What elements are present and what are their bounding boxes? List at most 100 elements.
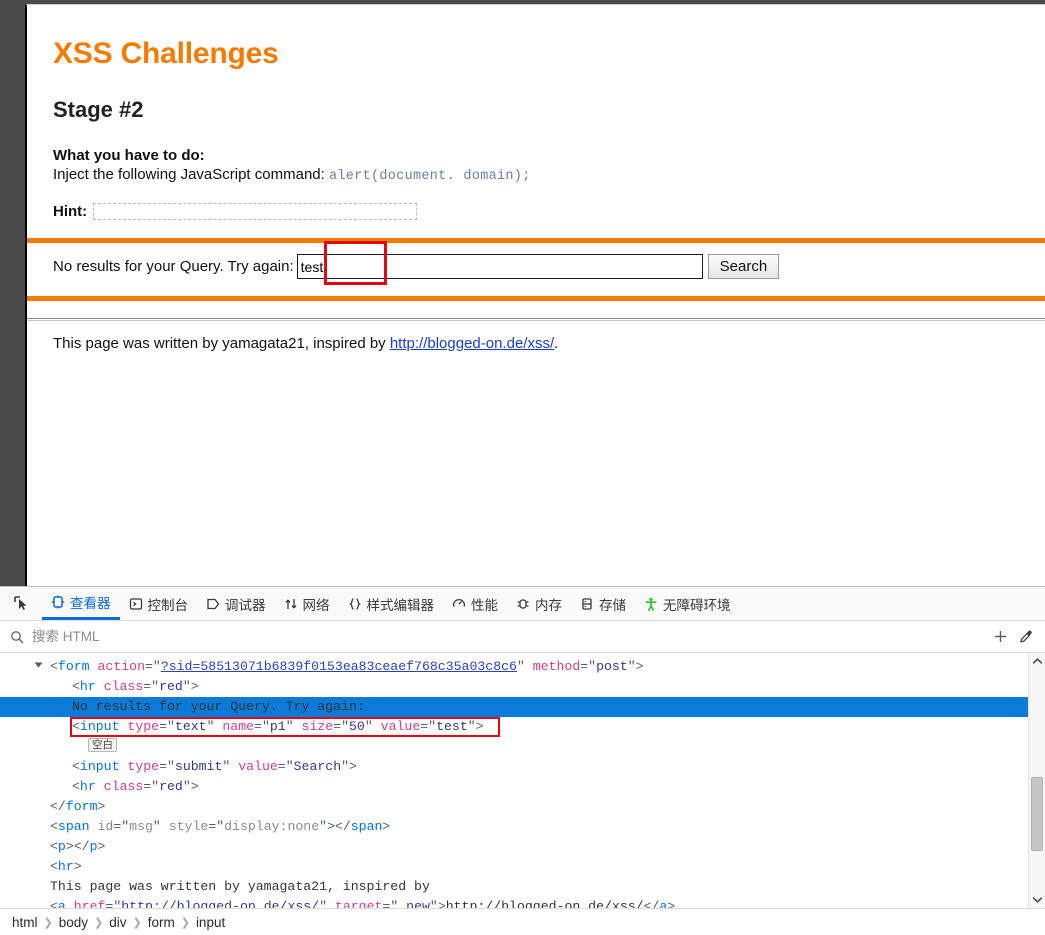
dom-form-action-value[interactable]: ?sid=58513071b6839f0153ea83ceaef768c35a0… <box>161 659 517 674</box>
breadcrumb-item-form[interactable]: form <box>148 915 175 930</box>
todo-line: Inject the following JavaScript command:… <box>53 166 1045 184</box>
tab-performance[interactable]: 性能 <box>443 587 507 620</box>
breadcrumb-item-body[interactable]: body <box>59 915 88 930</box>
dom-row-input-submit[interactable]: <input type="submit" value="Search"> <box>0 757 1028 777</box>
query-message: No results for your Query. Try again: <box>53 258 294 275</box>
breadcrumb-separator: ❯ <box>132 916 142 929</box>
dom-row-input-text[interactable]: <input type="text" name="p1" size="50" v… <box>0 717 1028 737</box>
chevron-up-icon[interactable] <box>1029 653 1045 670</box>
tab-memory-label: 内存 <box>535 597 562 613</box>
console-icon <box>129 597 143 611</box>
eyedropper-icon[interactable] <box>1013 625 1039 649</box>
breadcrumb-item-input[interactable]: input <box>196 915 225 930</box>
dom-text-node: No results for your Query. Try again: <box>72 699 365 714</box>
dom-footer-text: This page was written by yamagata21, ins… <box>50 879 430 894</box>
dom-row-whitespace[interactable]: 空白 <box>0 737 1028 757</box>
dom-row-form-close[interactable]: </form> <box>0 797 1028 817</box>
dom-row-hr-plain[interactable]: <hr> <box>0 857 1028 877</box>
search-input[interactable] <box>296 254 703 279</box>
browser-viewport: XSS Challenges Stage #2 What you have to… <box>0 0 1045 586</box>
dom-tree-scrollbar[interactable] <box>1028 653 1045 908</box>
todo-text: Inject the following JavaScript command: <box>53 166 325 183</box>
dom-row-selected-text[interactable]: No results for your Query. Try again: <box>0 697 1028 717</box>
credit-link[interactable]: http://blogged-on.de/xss/ <box>390 335 554 352</box>
inspector-icon <box>51 595 65 609</box>
plus-icon[interactable] <box>987 625 1013 649</box>
dom-hr-attr-class: class <box>103 679 144 694</box>
hr-red-top <box>27 238 1045 243</box>
network-icon <box>284 597 298 611</box>
dom-hr-tag: hr <box>79 679 96 694</box>
storage-icon <box>580 597 594 611</box>
footer-suffix: . <box>554 335 559 352</box>
element-picker-icon[interactable] <box>6 591 36 617</box>
dom-hr-tag-2: hr <box>79 779 96 794</box>
dom-tree[interactable]: <form action="?sid=58513071b6839f0153ea8… <box>0 653 1028 908</box>
chevron-down-icon[interactable] <box>34 662 43 668</box>
memory-icon <box>516 597 530 611</box>
breadcrumb-item-html[interactable]: html <box>12 915 38 930</box>
tab-console[interactable]: 控制台 <box>120 587 198 620</box>
stage-title: Stage #2 <box>53 97 144 122</box>
search-form: No results for your Query. Try again: Se… <box>53 241 1045 285</box>
tab-memory[interactable]: 内存 <box>507 587 571 620</box>
footer-prefix: This page was written by yamagata21, ins… <box>53 335 390 352</box>
dom-form-attr-action: action <box>97 659 145 674</box>
dom-form-method-value: post <box>596 659 628 674</box>
screen: XSS Challenges Stage #2 What you have to… <box>0 0 1045 935</box>
dom-hr-plain-tag: hr <box>57 859 74 874</box>
dom-tree-wrapper: <form action="?sid=58513071b6839f0153ea8… <box>0 653 1045 908</box>
tab-style-editor[interactable]: 样式编辑器 <box>339 587 444 620</box>
devtools-tabbar: 查看器 控制台 调试器 网络 样式编辑器 性能 内存 存储 无障碍环境 <box>0 587 1045 621</box>
dom-form-attr-method: method <box>532 659 581 674</box>
tab-accessibility[interactable]: 无障碍环境 <box>635 587 740 620</box>
hr-plain <box>27 318 1045 321</box>
hint-row: Hint: <box>53 203 1045 220</box>
tab-performance-label: 性能 <box>471 597 498 613</box>
dom-hr-class-value-2: red <box>159 779 183 794</box>
dom-form-close-tag: form <box>65 799 98 814</box>
devtools-panel: 查看器 控制台 调试器 网络 样式编辑器 性能 内存 存储 无障碍环境 搜索 H… <box>0 586 1045 935</box>
html-search-input[interactable] <box>30 628 987 645</box>
dom-row-span-msg[interactable]: <span id="msg" style="display:none"></sp… <box>0 817 1028 837</box>
hint-box <box>93 203 418 220</box>
tab-debugger[interactable]: 调试器 <box>197 587 275 620</box>
tab-inspector-label: 查看器 <box>70 596 111 611</box>
tab-inspector[interactable]: 查看器 <box>42 587 120 620</box>
todo-heading: What you have to do: <box>53 147 205 164</box>
tab-storage[interactable]: 存储 <box>571 587 635 620</box>
tab-console-label: 控制台 <box>147 597 189 613</box>
page-title: XSS Challenges <box>53 37 279 70</box>
dom-row-anchor[interactable]: <a href="http://blogged-on.de/xss/" targ… <box>0 897 1028 908</box>
tab-network-label: 网络 <box>302 597 330 613</box>
accessibility-icon <box>644 597 658 611</box>
breadcrumb-item-div[interactable]: div <box>109 915 126 930</box>
search-button[interactable]: Search <box>707 254 780 279</box>
dom-row-hr-red-1[interactable]: <hr class="red"> <box>0 677 1028 697</box>
tab-debugger-label: 调试器 <box>225 597 266 613</box>
performance-icon <box>452 597 466 611</box>
dom-row-footer-text[interactable]: This page was written by yamagata21, ins… <box>0 877 1028 897</box>
page-footer: This page was written by yamagata21, ins… <box>53 335 1045 352</box>
tab-style-editor-label: 样式编辑器 <box>366 597 435 613</box>
breadcrumb-separator: ❯ <box>94 916 104 929</box>
search-icon <box>10 630 24 644</box>
hint-label: Hint: <box>53 203 88 220</box>
dom-row-hr-red-2[interactable]: <hr class="red"> <box>0 777 1028 797</box>
dom-row-p[interactable]: <p></p> <box>0 837 1028 857</box>
scrollbar-thumb[interactable] <box>1031 777 1043 851</box>
tab-storage-label: 存储 <box>599 597 626 613</box>
breadcrumb-separator: ❯ <box>43 916 53 929</box>
chevron-down-icon-scroll[interactable] <box>1029 891 1045 908</box>
breadcrumb: html ❯ body ❯ div ❯ form ❯ input <box>0 908 1045 935</box>
breadcrumb-separator: ❯ <box>180 916 190 929</box>
page-frame: XSS Challenges Stage #2 What you have to… <box>25 4 1045 586</box>
whitespace-badge: 空白 <box>88 738 117 752</box>
page-content: XSS Challenges Stage #2 What you have to… <box>27 37 1045 586</box>
tab-accessibility-label: 无障碍环境 <box>663 597 731 613</box>
dom-row-form[interactable]: <form action="?sid=58513071b6839f0153ea8… <box>0 657 1028 677</box>
devtools-searchbar <box>0 621 1045 653</box>
todo-code: alert(document. domain); <box>328 169 531 184</box>
dom-hr-attr-class-2: class <box>103 779 144 794</box>
tab-network[interactable]: 网络 <box>275 587 339 620</box>
